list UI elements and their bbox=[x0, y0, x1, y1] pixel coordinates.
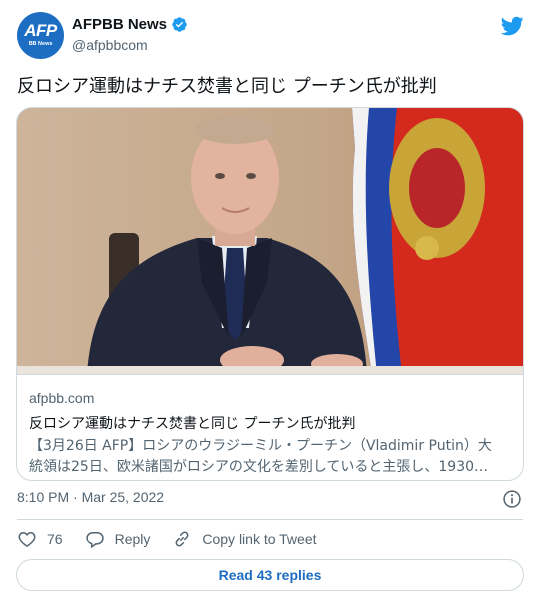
twitter-bird-icon[interactable] bbox=[500, 14, 524, 38]
avatar-logo-text: AFP bbox=[24, 21, 57, 40]
tweet-text: 反ロシア運動はナチス焚書と同じ プーチン氏が批判 bbox=[17, 76, 437, 97]
card-description-line: 【3月26日 AFP】ロシアのウラジーミル・プーチン（Vladimir Puti… bbox=[29, 438, 492, 454]
avatar[interactable]: AFP BB News bbox=[17, 12, 64, 59]
link-icon bbox=[175, 531, 189, 547]
reply-button[interactable]: Reply bbox=[85, 529, 151, 549]
copy-link-button[interactable]: Copy link to Tweet bbox=[172, 529, 317, 549]
heart-icon bbox=[18, 531, 36, 547]
card-description-line: 統領は25日、欧米諸国がロシアの文化を差別していると主張し、1930… bbox=[29, 459, 489, 475]
card-body[interactable]: afpbb.com 反ロシア運動はナチス焚書と同じ プーチン氏が批判 【3月26… bbox=[17, 374, 523, 480]
card-image[interactable] bbox=[17, 108, 523, 374]
reply-label: Reply bbox=[114, 531, 151, 547]
card-domain: afpbb.com bbox=[29, 390, 95, 406]
card-title: 反ロシア運動はナチス焚書と同じ プーチン氏が批判 bbox=[29, 416, 356, 432]
author-display-name[interactable]: AFPBB News bbox=[72, 16, 167, 33]
avatar-sub-text: BB News bbox=[28, 41, 53, 47]
tweet-timestamp[interactable]: 8:10 PM · Mar 25, 2022 bbox=[17, 489, 164, 505]
card-description: 【3月26日 AFP】ロシアのウラジーミル・プーチン（Vladimir Puti… bbox=[29, 436, 511, 478]
name-row: AFPBB News bbox=[72, 16, 188, 33]
reply-bubble-icon bbox=[85, 532, 104, 549]
read-replies-button[interactable]: Read 43 replies bbox=[16, 559, 524, 591]
copy-link-label: Copy link to Tweet bbox=[202, 531, 317, 547]
info-icon[interactable] bbox=[502, 489, 522, 509]
link-card[interactable]: afpbb.com 反ロシア運動はナチス焚書と同じ プーチン氏が批判 【3月26… bbox=[16, 107, 524, 481]
like-button[interactable]: 76 bbox=[17, 529, 63, 549]
author-handle[interactable]: @afpbbcom bbox=[72, 37, 148, 53]
divider bbox=[17, 519, 523, 520]
card-photo-illustration bbox=[17, 108, 523, 374]
tweet-header: AFP BB News AFPBB News @afpbbcom bbox=[17, 12, 528, 60]
tweet-actions: 76 Reply Copy link to Tweet bbox=[17, 528, 339, 550]
verified-badge-icon bbox=[172, 17, 187, 32]
like-count: 76 bbox=[47, 531, 63, 547]
